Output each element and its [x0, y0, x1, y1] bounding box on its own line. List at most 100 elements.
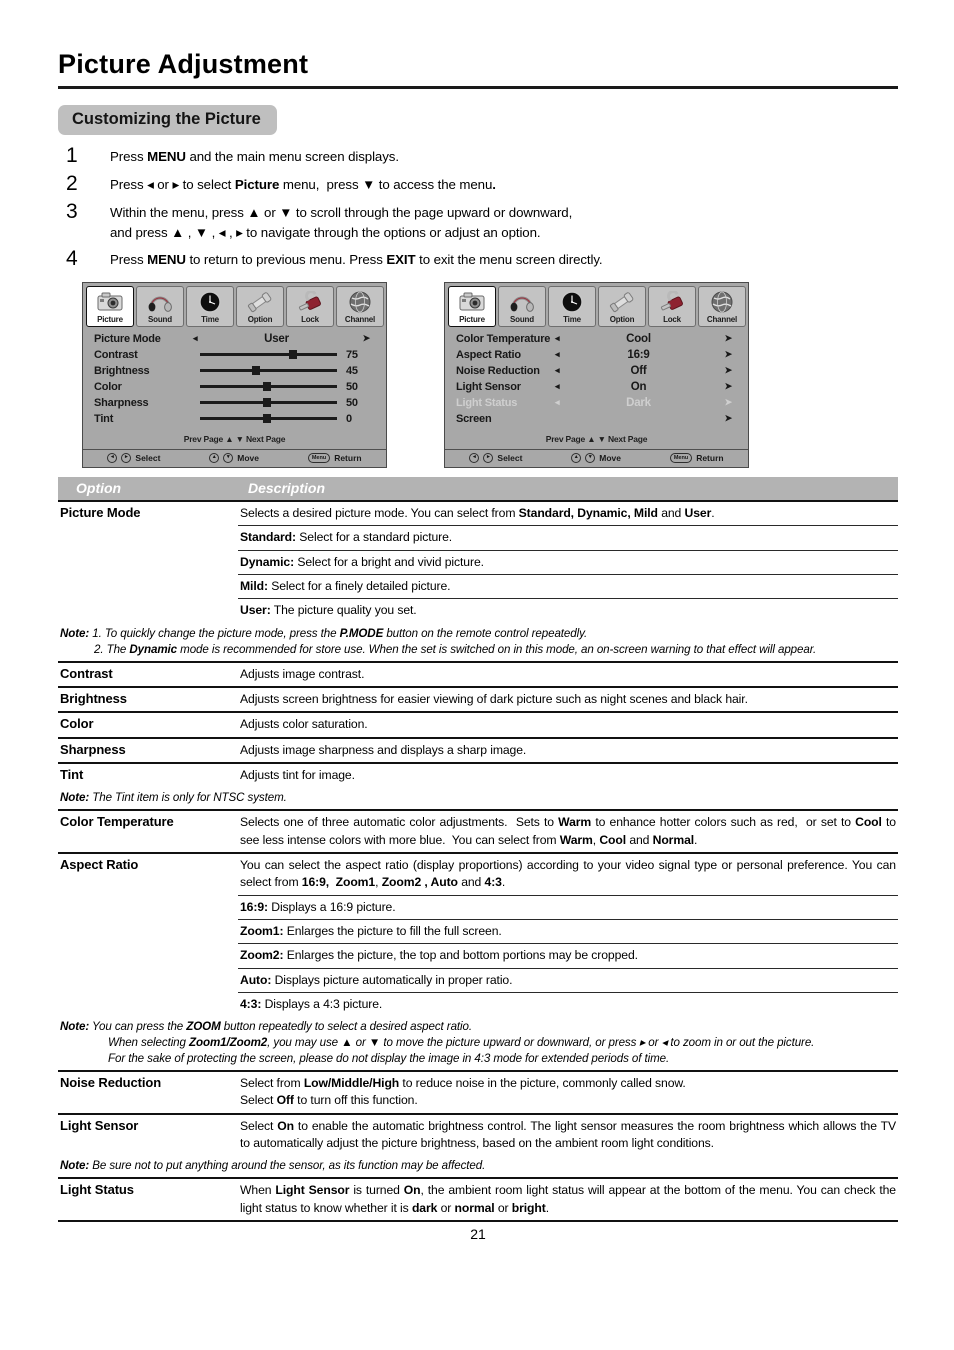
osd-tab-bar: Picture Sound Time Option Lock Channel	[445, 283, 748, 327]
osd-right-arrow-icon[interactable]: ➤	[702, 381, 738, 392]
osd-right-arrow-icon[interactable]: ➤	[702, 365, 738, 376]
osd-tab-option[interactable]: Option	[598, 285, 646, 327]
slider-track[interactable]	[200, 366, 337, 376]
osd-hint-move: ▴ ▾ Move	[571, 453, 621, 464]
osd-item-picture-mode[interactable]: Picture Mode ◂ User ➤	[94, 331, 376, 347]
down-key-icon: ▾	[223, 453, 234, 464]
osd-tab-sound[interactable]: Sound	[498, 285, 546, 327]
osd-item-sharpness[interactable]: Sharpness 50	[94, 395, 376, 411]
osd-right-arrow-icon[interactable]: ➤	[702, 333, 738, 344]
osd-left-arrow-icon[interactable]: ◂	[555, 381, 575, 392]
slider-track[interactable]	[200, 414, 337, 424]
osd-left-arrow-icon[interactable]: ◂	[555, 365, 575, 376]
steps-list: 1 Press MENU and the main menu screen dis…	[58, 144, 898, 271]
osd-tab-channel[interactable]: Channel	[698, 285, 746, 327]
option-name: Aspect Ratio	[58, 851, 238, 896]
slider-knob[interactable]	[289, 350, 298, 360]
options-table: Option Description Picture Mode Selects a…	[58, 476, 898, 1221]
table-row: Color Temperature Selects one of three au…	[58, 809, 898, 853]
osd-item-tint[interactable]: Tint 0	[94, 411, 376, 427]
slider-knob[interactable]	[263, 398, 272, 408]
slider-knob[interactable]	[252, 366, 261, 376]
title-divider	[58, 85, 898, 89]
osd-footer-bar: ◂ ▸ Select ▴ ▾ Move Menu Return	[83, 448, 386, 467]
table-row: Standard: Select for a standard picture.	[58, 525, 898, 551]
slider-knob[interactable]	[263, 414, 272, 424]
osd-hint-select-label: Select	[497, 453, 523, 464]
osd-tab-option[interactable]: Option	[236, 285, 284, 327]
globe-icon	[337, 289, 383, 315]
step-number: 3	[66, 199, 78, 223]
osd-item-color[interactable]: Color 50	[94, 379, 376, 395]
clock-icon	[549, 289, 595, 315]
osd-tab-time[interactable]: Time	[548, 285, 596, 327]
osd-tab-label: Option	[247, 314, 273, 324]
option-description: 16:9: Displays a 16:9 picture.	[238, 894, 898, 920]
osd-item-label: Sharpness	[94, 396, 149, 409]
down-key-icon: ▾	[585, 453, 596, 464]
osd-tab-label: Time	[201, 314, 219, 324]
osd-footer-bar: ◂ ▸ Select ▴ ▾ Move Menu Return	[445, 448, 748, 467]
osd-tab-lock[interactable]: Lock	[286, 285, 334, 327]
osd-item-color-temperature[interactable]: Color Temperature ◂ Cool ➤	[456, 331, 738, 347]
osd-slider[interactable]	[193, 366, 337, 376]
osd-item-aspect-ratio[interactable]: Aspect Ratio ◂ 16:9 ➤	[456, 347, 738, 363]
osd-slider[interactable]	[193, 382, 337, 392]
osd-tab-sound[interactable]: Sound	[136, 285, 184, 327]
osd-item-screen[interactable]: Screen ➤	[456, 411, 738, 427]
option-description: Standard: Select for a standard picture.	[238, 525, 898, 551]
osd-tab-label: Sound	[510, 314, 534, 324]
slider-track[interactable]	[200, 350, 337, 360]
osd-item-light-status[interactable]: Light Status ◂ Dark ➤	[456, 395, 738, 411]
left-key-icon: ◂	[107, 453, 118, 464]
osd-hint-select: ◂ ▸ Select	[469, 453, 523, 464]
osd-item-value: On	[630, 380, 647, 393]
osd-hint-return-label: Return	[334, 453, 362, 464]
osd-item-value: 16:9	[627, 348, 650, 361]
step-3: 3 Within the menu, press ▲ or ▼ to scroll…	[58, 200, 898, 243]
osd-tab-channel[interactable]: Channel	[336, 285, 384, 327]
osd-item-noise-reduction[interactable]: Noise Reduction ◂ Off ➤	[456, 363, 738, 379]
osd-left-arrow-icon[interactable]: ◂	[555, 349, 575, 360]
slider-knob[interactable]	[263, 382, 272, 392]
right-key-icon: ▸	[121, 453, 132, 464]
osd-left-arrow-icon[interactable]: ◂	[193, 333, 213, 344]
osd-tab-picture[interactable]: Picture	[448, 285, 496, 327]
step-2: 2 Press ◂ or ▸ to select Picture menu, pr…	[58, 172, 898, 196]
osd-tab-time[interactable]: Time	[186, 285, 234, 327]
osd-right-arrow-icon[interactable]: ➤	[702, 349, 738, 360]
osd-right-arrow-icon[interactable]: ➤	[340, 333, 376, 344]
osd-item-label: Screen	[456, 412, 492, 425]
osd-left-arrow-icon[interactable]: ◂	[555, 333, 575, 344]
step-text: Press ◂ or ▸ to select Picture menu, pre…	[110, 176, 496, 192]
osd-item-light-sensor[interactable]: Light Sensor ◂ On ➤	[456, 379, 738, 395]
menu-key-icon: Menu	[307, 453, 331, 464]
section-heading: Customizing the Picture	[58, 104, 277, 135]
osd-item-value: Dark	[626, 396, 651, 409]
table-row: Zoom2: Enlarges the picture, the top and…	[58, 943, 898, 969]
step-number: 4	[66, 246, 78, 270]
right-key-icon: ▸	[483, 453, 494, 464]
osd-slider[interactable]	[193, 414, 337, 424]
osd-right-arrow-icon[interactable]: ➤	[702, 397, 738, 408]
document-page: Picture Adjustment Customizing the Pictu…	[58, 0, 898, 1350]
osd-tab-label: Lock	[301, 314, 319, 324]
osd-tab-picture[interactable]: Picture	[86, 285, 134, 327]
osd-left-arrow-icon[interactable]: ◂	[555, 397, 575, 408]
osd-slider[interactable]	[193, 398, 337, 408]
osd-item-label: Light Status	[456, 396, 518, 409]
padlock-icon	[649, 289, 695, 315]
slider-track[interactable]	[200, 398, 337, 408]
up-key-icon: ▴	[209, 453, 220, 464]
osd-right-arrow-icon[interactable]: ➤	[702, 413, 738, 424]
osd-tab-lock[interactable]: Lock	[648, 285, 696, 327]
slider-track[interactable]	[200, 382, 337, 392]
up-key-icon: ▴	[571, 453, 582, 464]
table-row: Mild: Select for a finely detailed pictu…	[58, 573, 898, 599]
option-name: Picture Mode	[58, 499, 238, 526]
option-description: Zoom2: Enlarges the picture, the top and…	[238, 943, 898, 969]
osd-item-brightness[interactable]: Brightness 45	[94, 363, 376, 379]
osd-item-contrast[interactable]: Contrast 75	[94, 347, 376, 363]
osd-slider[interactable]	[193, 350, 337, 360]
osd-hint-return: Menu Return	[669, 453, 724, 464]
